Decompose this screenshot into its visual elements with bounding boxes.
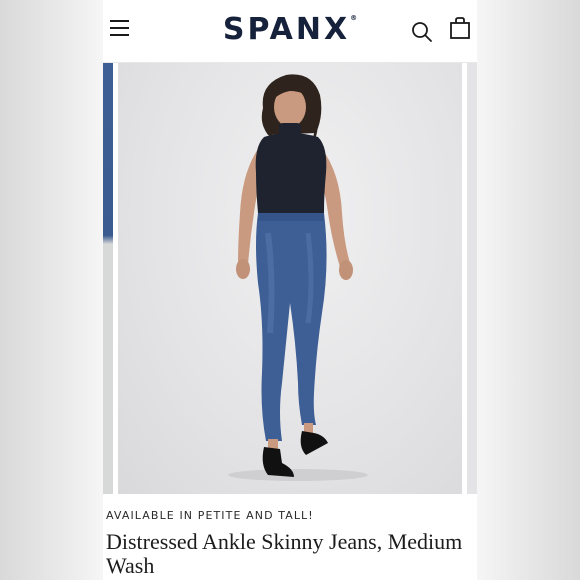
next-image-peek[interactable]: [467, 63, 477, 494]
site-header: SPANX®: [103, 0, 477, 63]
model-illustration: [228, 74, 368, 481]
left-shoe: [262, 447, 294, 477]
sleeveless-top: [255, 133, 327, 213]
mobile-page: SPANX® AVAILABLE IN PETITE AND TALL! Dis…: [103, 0, 477, 580]
right-shoe: [300, 431, 328, 455]
brand-mark: ®: [350, 14, 358, 22]
product-title: Distressed Ankle Skinny Jeans, Medium Wa…: [106, 529, 463, 578]
previous-image-peek[interactable]: [103, 63, 113, 494]
product-info: AVAILABLE IN PETITE AND TALL! Distressed…: [103, 494, 477, 580]
search-icon[interactable]: [411, 21, 433, 43]
availability-note: AVAILABLE IN PETITE AND TALL!: [106, 509, 314, 522]
floor-shadow: [228, 469, 368, 481]
product-image-carousel[interactable]: [103, 63, 477, 494]
product-photo[interactable]: [118, 63, 462, 494]
shopping-bag-icon[interactable]: [449, 16, 471, 40]
brand-name: SPANX: [222, 12, 351, 47]
